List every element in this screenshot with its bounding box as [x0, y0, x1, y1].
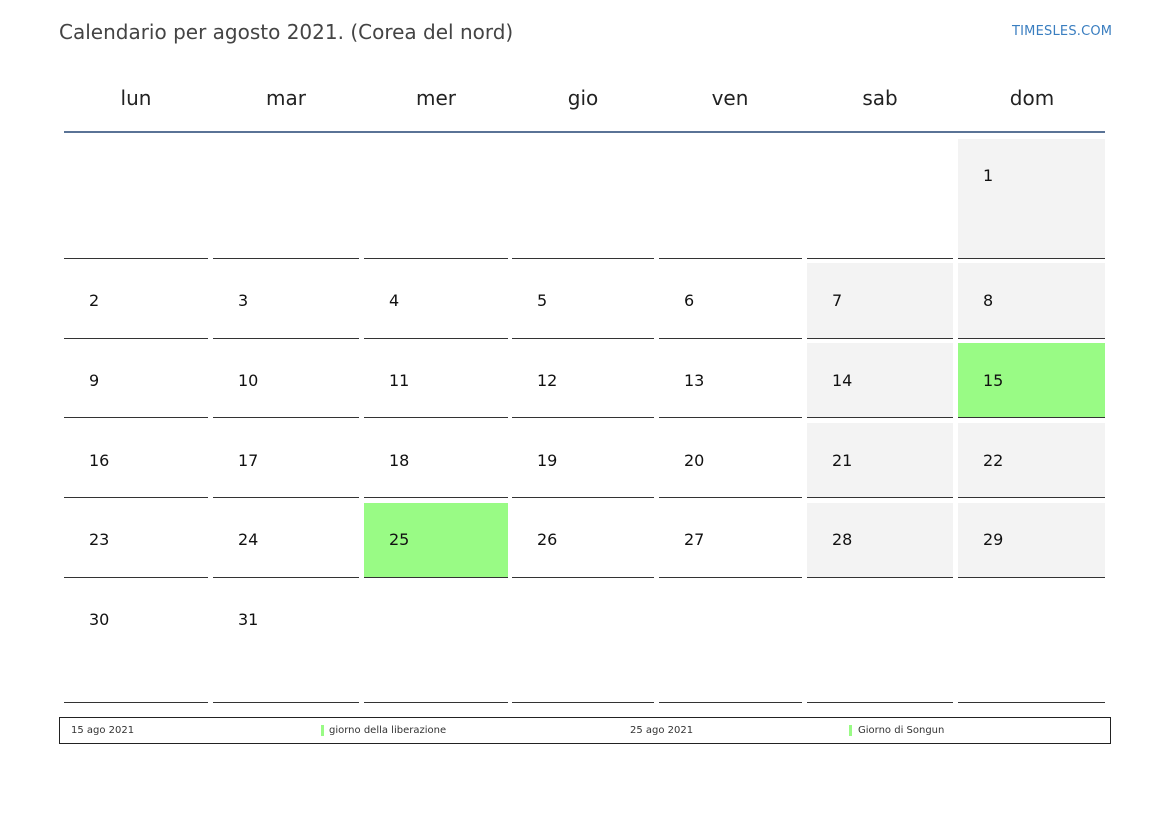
empty-day-cell — [213, 139, 359, 259]
day-cell[interactable]: 21 — [807, 423, 953, 498]
day-number: 28 — [832, 530, 853, 549]
day-cell[interactable]: 20 — [659, 423, 802, 498]
weekday-label-mar: mar — [266, 86, 306, 110]
day-cell[interactable]: 24 — [213, 503, 359, 578]
day-cell[interactable]: 9 — [64, 343, 208, 418]
day-cell[interactable]: 28 — [807, 503, 953, 578]
day-number: 1 — [983, 166, 994, 185]
empty-day-cell — [64, 139, 208, 259]
day-number: 15 — [983, 371, 1004, 390]
day-cell[interactable]: 12 — [512, 343, 654, 418]
day-cell[interactable]: 7 — [807, 263, 953, 339]
day-cell[interactable]: 18 — [364, 423, 508, 498]
day-cell[interactable]: 15 — [958, 343, 1105, 418]
day-cell[interactable]: 6 — [659, 263, 802, 339]
day-number: 30 — [89, 610, 110, 629]
day-number: 5 — [537, 291, 548, 310]
day-number: 16 — [89, 451, 110, 470]
day-cell[interactable]: 29 — [958, 503, 1105, 578]
day-number: 6 — [684, 291, 695, 310]
day-number: 22 — [983, 451, 1004, 470]
page-title: Calendario per agosto 2021. (Corea del n… — [59, 20, 514, 44]
day-cell[interactable]: 5 — [512, 263, 654, 339]
legend-date-2: 25 ago 2021 — [630, 725, 694, 736]
empty-day-cell — [364, 139, 508, 259]
day-cell[interactable]: 4 — [364, 263, 508, 339]
day-number: 23 — [89, 530, 110, 549]
day-cell[interactable]: 8 — [958, 263, 1105, 339]
site-link[interactable]: TIMESLES.COM — [1012, 24, 1112, 39]
day-number: 19 — [537, 451, 558, 470]
day-cell[interactable]: 1 — [958, 139, 1105, 259]
day-number: 21 — [832, 451, 853, 470]
day-cell[interactable]: 31 — [213, 583, 359, 703]
day-cell[interactable]: 3 — [213, 263, 359, 339]
day-cell[interactable]: 27 — [659, 503, 802, 578]
day-number: 7 — [832, 291, 843, 310]
legend-color-mark-1 — [321, 725, 324, 736]
day-cell[interactable]: 22 — [958, 423, 1105, 498]
holiday-legend: 15 ago 2021 giorno della liberazione 25 … — [59, 717, 1111, 744]
weekday-label-dom: dom — [1009, 86, 1055, 110]
empty-day-cell — [659, 583, 802, 703]
day-number: 4 — [389, 291, 400, 310]
day-cell[interactable]: 30 — [64, 583, 208, 703]
weekday-label-mer: mer — [415, 86, 456, 110]
day-number: 3 — [238, 291, 249, 310]
day-number: 8 — [983, 291, 994, 310]
header-divider — [64, 131, 1105, 133]
day-number: 13 — [684, 371, 705, 390]
legend-holiday-name-2: Giorno di Songun — [858, 725, 945, 736]
legend-date-1: 15 ago 2021 — [71, 725, 135, 736]
day-cell[interactable]: 26 — [512, 503, 654, 578]
day-cell[interactable]: 16 — [64, 423, 208, 498]
day-cell[interactable]: 25 — [364, 503, 508, 578]
day-number: 20 — [684, 451, 705, 470]
day-number: 2 — [89, 291, 100, 310]
day-number: 24 — [238, 530, 259, 549]
empty-day-cell — [807, 139, 953, 259]
day-cell[interactable]: 19 — [512, 423, 654, 498]
empty-day-cell — [659, 139, 802, 259]
weekday-label-sab: sab — [862, 86, 898, 110]
day-number: 26 — [537, 530, 558, 549]
empty-day-cell — [512, 583, 654, 703]
day-number: 18 — [389, 451, 410, 470]
day-cell[interactable]: 10 — [213, 343, 359, 418]
day-cell[interactable]: 11 — [364, 343, 508, 418]
day-number: 17 — [238, 451, 259, 470]
empty-day-cell — [364, 583, 508, 703]
day-number: 12 — [537, 371, 558, 390]
day-cell[interactable]: 23 — [64, 503, 208, 578]
day-number: 29 — [983, 530, 1004, 549]
empty-day-cell — [512, 139, 654, 259]
day-number: 9 — [89, 371, 100, 390]
weekday-label-lun: lun — [120, 86, 152, 110]
day-number: 27 — [684, 530, 705, 549]
day-number: 11 — [389, 371, 410, 390]
weekday-label-gio: gio — [567, 86, 599, 110]
day-cell[interactable]: 14 — [807, 343, 953, 418]
day-cell[interactable]: 17 — [213, 423, 359, 498]
day-cell[interactable]: 13 — [659, 343, 802, 418]
day-number: 10 — [238, 371, 259, 390]
day-cell[interactable]: 2 — [64, 263, 208, 339]
weekday-label-ven: ven — [711, 86, 749, 110]
day-number: 14 — [832, 371, 853, 390]
day-number: 31 — [238, 610, 259, 629]
legend-color-mark-2 — [849, 725, 852, 736]
empty-day-cell — [807, 583, 953, 703]
empty-day-cell — [958, 583, 1105, 703]
day-number: 25 — [389, 530, 410, 549]
legend-holiday-name-1: giorno della liberazione — [329, 725, 447, 736]
